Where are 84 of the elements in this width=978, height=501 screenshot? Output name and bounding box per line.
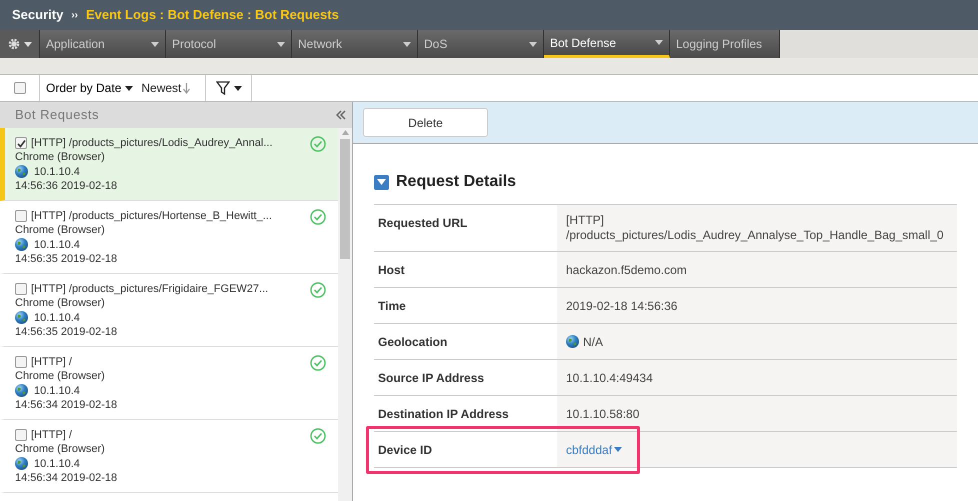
nav-tab[interactable]: Application bbox=[40, 30, 166, 58]
url-text-line: [HTTP] bbox=[566, 213, 605, 228]
detail-label: Destination IP Address bbox=[378, 406, 509, 422]
timestamp: 14:56:35 2019-02-18 bbox=[15, 325, 118, 339]
caret-icon bbox=[655, 40, 663, 45]
globe-icon bbox=[15, 457, 28, 470]
detail-value: 2019-02-18 14:56:36 bbox=[566, 298, 678, 314]
row-checkbox[interactable] bbox=[15, 283, 27, 295]
client-text: Chrome (Browser) bbox=[15, 223, 106, 237]
detail-value: 10.1.10.58:80 bbox=[566, 406, 640, 422]
ip-address: 10.1.10.4 bbox=[34, 384, 80, 398]
request-text: [HTTP] /products_pictures/Frigidaire_FGEW27... bbox=[31, 282, 270, 296]
nav-tab[interactable]: Network bbox=[292, 30, 418, 58]
caret-icon bbox=[125, 86, 134, 90]
detail-label: Source IP Address bbox=[378, 370, 484, 386]
scroll-up-arrow-icon[interactable] bbox=[342, 130, 348, 135]
client-text: Chrome (Browser) bbox=[15, 296, 106, 310]
row-checkbox[interactable] bbox=[15, 137, 27, 149]
ip-address: 10.1.10.4 bbox=[34, 310, 80, 324]
sort-direction-button[interactable]: Newest bbox=[141, 79, 190, 97]
caret-icon bbox=[403, 42, 411, 46]
detail-value: hackazon.f5demo.com bbox=[566, 262, 687, 278]
check-circle-icon bbox=[310, 428, 326, 444]
globe-icon bbox=[15, 311, 28, 324]
select-all-checkbox[interactable] bbox=[14, 82, 26, 94]
nav-tab[interactable]: Logging Profiles bbox=[670, 30, 780, 58]
collapse-icon[interactable] bbox=[336, 110, 346, 120]
nav-tab[interactable]: Bot Defense bbox=[544, 30, 670, 58]
client-text: Chrome (Browser) bbox=[15, 150, 106, 164]
check-circle-icon bbox=[310, 209, 326, 225]
row-checkbox[interactable] bbox=[15, 210, 27, 222]
breadcrumb-root[interactable]: Security bbox=[12, 5, 64, 25]
timestamp: 14:56:34 2019-02-18 bbox=[15, 471, 118, 485]
detail-value: N/A bbox=[583, 334, 604, 350]
ip-address: 10.1.10.4 bbox=[34, 238, 80, 252]
request-text: [HTTP] / bbox=[31, 355, 73, 369]
detail-label: Device ID bbox=[378, 442, 432, 458]
nav-tab[interactable]: Protocol bbox=[166, 30, 292, 58]
panel-title: Bot Requests bbox=[15, 106, 100, 124]
request-text: [HTTP] /products_pictures/Lodis_Audrey_Annal... bbox=[31, 136, 274, 150]
device-id-link[interactable]: cbfdddaf bbox=[566, 440, 622, 458]
timestamp: 14:56:35 2019-02-18 bbox=[15, 252, 118, 266]
globe-icon bbox=[15, 238, 28, 251]
caret-icon bbox=[151, 42, 159, 46]
request-text: [HTTP] /products_pictures/Hortense_B_Hewitt_... bbox=[31, 209, 273, 223]
request-list-item[interactable]: [HTTP] /products_pictures/Lodis_Audrey_Annal... Chrome (Browser) 10.1.10.4 14:56:36 2019-02-18 bbox=[0, 128, 338, 201]
row-checkbox[interactable] bbox=[15, 429, 27, 441]
url-text-line: /products_pictures/Lodis_Audrey_Annalyse_Top_Handle_Bag_small_0 bbox=[566, 228, 944, 243]
caret-icon bbox=[234, 86, 242, 90]
globe-icon bbox=[15, 384, 28, 397]
globe-icon bbox=[566, 335, 579, 348]
caret-icon bbox=[277, 42, 285, 46]
ip-address: 10.1.10.4 bbox=[34, 456, 80, 470]
delete-button[interactable]: Delete bbox=[363, 108, 488, 137]
detail-label: Geolocation bbox=[378, 334, 448, 350]
globe-icon bbox=[15, 165, 28, 178]
expand-toggle-icon[interactable] bbox=[374, 174, 389, 190]
nav-tab[interactable]: DoS bbox=[418, 30, 544, 58]
detail-label: Host bbox=[378, 262, 405, 278]
check-circle-icon bbox=[310, 136, 326, 152]
breadcrumb-separator: ›› bbox=[71, 8, 78, 22]
ip-address: 10.1.10.4 bbox=[34, 164, 80, 178]
detail-label: Requested URL bbox=[378, 215, 468, 232]
client-text: Chrome (Browser) bbox=[15, 442, 106, 456]
caret-icon bbox=[24, 42, 32, 46]
timestamp: 14:56:34 2019-02-18 bbox=[15, 398, 118, 412]
caret-icon bbox=[614, 447, 622, 452]
caret-icon bbox=[529, 42, 537, 46]
down-arrow-icon bbox=[183, 82, 190, 94]
check-circle-icon bbox=[310, 355, 326, 371]
detail-label: Time bbox=[378, 298, 406, 314]
section-title: Request Details bbox=[396, 172, 516, 192]
request-text: [HTTP] / bbox=[31, 428, 73, 442]
settings-menu-button[interactable] bbox=[0, 30, 40, 58]
check-circle-icon bbox=[310, 282, 326, 298]
breadcrumb-path: Event Logs : Bot Defense : Bot Requests bbox=[86, 6, 339, 24]
timestamp: 14:56:36 2019-02-18 bbox=[15, 179, 118, 193]
order-by-dropdown[interactable]: Order by Date bbox=[46, 79, 134, 97]
detail-value: 10.1.10.4:49434 bbox=[566, 370, 653, 386]
gear-icon bbox=[8, 38, 20, 50]
filter-icon bbox=[216, 81, 230, 95]
row-checkbox[interactable] bbox=[15, 356, 27, 368]
scrollbar-thumb[interactable] bbox=[340, 139, 350, 259]
client-text: Chrome (Browser) bbox=[15, 369, 106, 383]
